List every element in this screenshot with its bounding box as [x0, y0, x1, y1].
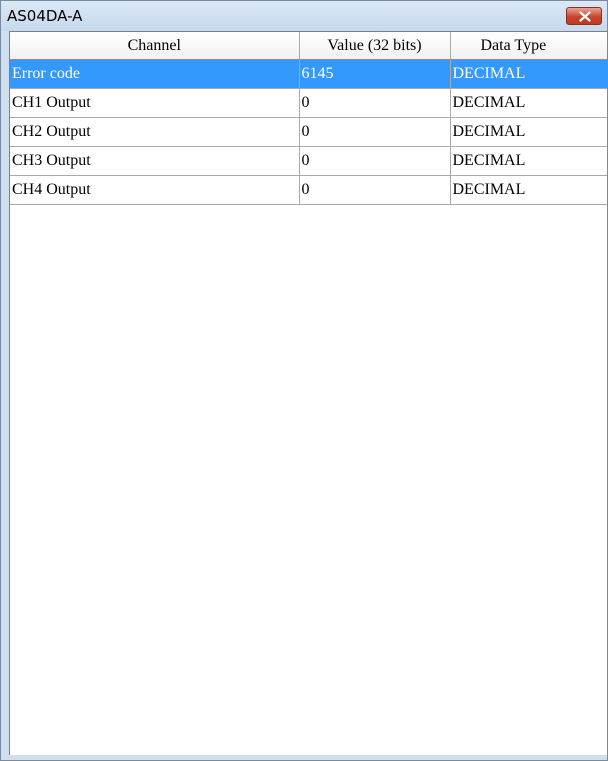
value-cell[interactable]: 0 — [299, 175, 451, 205]
data-type-cell[interactable]: DECIMAL — [450, 88, 607, 118]
header-row: Channel Value (32 bits) Data Type — [10, 32, 607, 60]
data-type-cell[interactable]: DECIMAL — [450, 59, 607, 89]
channel-cell[interactable]: CH1 Output — [10, 88, 300, 118]
value-cell[interactable]: 6145 — [299, 59, 451, 89]
column-header-data-type[interactable]: Data Type — [450, 32, 607, 60]
value-cell[interactable]: 0 — [299, 88, 451, 118]
column-header-channel[interactable]: Channel — [10, 32, 300, 60]
data-type-cell[interactable]: DECIMAL — [450, 146, 607, 176]
window-bottom-border — [9, 755, 607, 760]
data-type-cell[interactable]: DECIMAL — [450, 117, 607, 147]
table-row[interactable]: CH3 Output 0 DECIMAL — [10, 146, 607, 176]
monitor-window: AS04DA-A Channel Value (32 bits) Data Ty… — [0, 0, 608, 761]
close-x-icon — [579, 11, 591, 22]
table-row[interactable]: CH2 Output 0 DECIMAL — [10, 117, 607, 147]
channel-table: Channel Value (32 bits) Data Type Error … — [10, 32, 607, 205]
grid-panel: Channel Value (32 bits) Data Type Error … — [9, 31, 607, 760]
close-button[interactable] — [566, 7, 602, 25]
column-header-value[interactable]: Value (32 bits) — [299, 32, 451, 60]
table-row[interactable]: Error code 6145 DECIMAL — [10, 59, 607, 89]
table-row[interactable]: CH1 Output 0 DECIMAL — [10, 88, 607, 118]
window-title: AS04DA-A — [7, 7, 83, 25]
title-bar[interactable]: AS04DA-A — [1, 1, 607, 31]
data-type-cell[interactable]: DECIMAL — [450, 175, 607, 205]
value-cell[interactable]: 0 — [299, 117, 451, 147]
table-row[interactable]: CH4 Output 0 DECIMAL — [10, 175, 607, 205]
value-cell[interactable]: 0 — [299, 146, 451, 176]
channel-cell[interactable]: CH3 Output — [10, 146, 300, 176]
channel-cell[interactable]: CH4 Output — [10, 175, 300, 205]
channel-cell[interactable]: Error code — [10, 59, 300, 89]
channel-cell[interactable]: CH2 Output — [10, 117, 300, 147]
